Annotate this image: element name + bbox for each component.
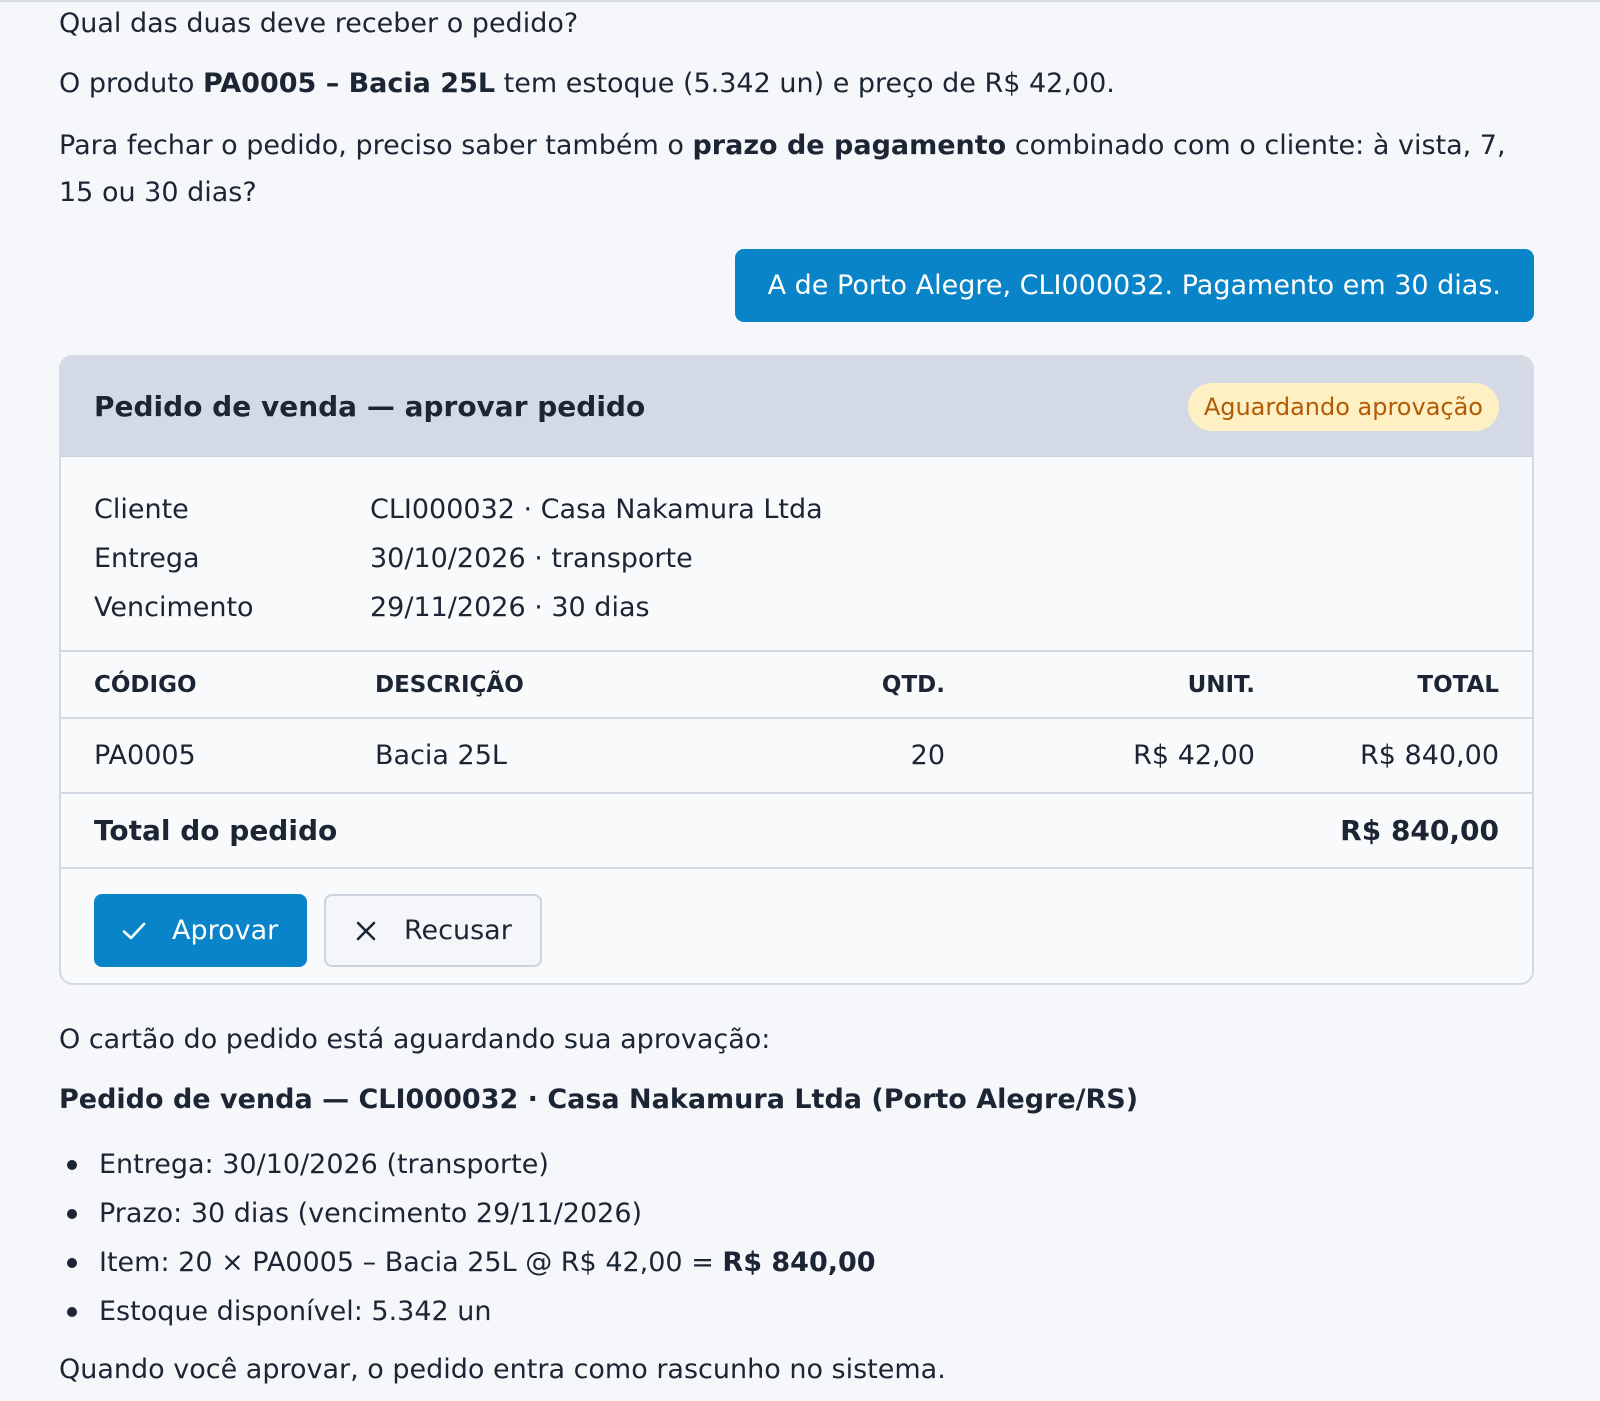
meta-label: Cliente: [94, 494, 189, 525]
col-qty: QTD.: [881, 671, 945, 698]
order-meta: Cliente CLI000032 · Casa Nakamura Ltda E…: [61, 457, 1532, 652]
sales-order-card: Pedido de venda — aprovar pedido Aguarda…: [59, 355, 1534, 985]
cell-desc: Bacia 25L: [375, 740, 507, 771]
cell-unit: R$ 42,00: [1133, 740, 1255, 771]
card-title: Pedido de venda — aprovar pedido: [94, 390, 646, 423]
cell-qty: 20: [910, 740, 945, 771]
product-name: PA0005 – Bacia 25L: [202, 68, 496, 99]
payment-term-label: prazo de pagamento: [692, 130, 1007, 161]
card-header: Pedido de venda — aprovar pedido Aguarda…: [61, 357, 1532, 457]
meta-value: 30/10/2026 · transporte: [370, 543, 693, 574]
approve-label: Aprovar: [172, 915, 279, 946]
col-code: CÓDIGO: [94, 671, 197, 698]
table-row: PA0005 Bacia 25L 20 R$ 42,00 R$ 840,00: [61, 719, 1532, 794]
summary-closing: Quando você aprovar, o pedido entra como…: [59, 1354, 946, 1385]
order-total-value: R$ 840,00: [1340, 814, 1499, 847]
list-item: Prazo: 30 dias (vencimento 29/11/2026): [59, 1189, 1534, 1238]
summary-heading: Pedido de venda — CLI000032 · Casa Nakam…: [59, 1084, 1139, 1115]
meta-row-entrega: Entrega 30/10/2026 · transporte: [94, 534, 1499, 583]
list-item: Entrega: 30/10/2026 (transporte): [59, 1140, 1534, 1189]
assistant-payment-question: Para fechar o pedido, preciso saber tamb…: [59, 130, 1506, 208]
order-total-row: Total do pedido R$ 840,00: [61, 794, 1532, 869]
meta-value: 29/11/2026 · 30 dias: [370, 592, 650, 623]
summary-list: Entrega: 30/10/2026 (transporte) Prazo: …: [59, 1140, 1534, 1336]
order-total-label: Total do pedido: [94, 814, 338, 847]
table-header: CÓDIGO DESCRIÇÃO QTD. UNIT. TOTAL: [61, 652, 1532, 719]
summary-intro: O cartão do pedido está aguardando sua a…: [59, 1024, 771, 1055]
col-total: TOTAL: [1417, 671, 1499, 698]
col-unit: UNIT.: [1187, 671, 1255, 698]
assistant-summary: O cartão do pedido está aguardando sua a…: [59, 1020, 1534, 1390]
meta-value: CLI000032 · Casa Nakamura Ltda: [370, 494, 823, 525]
cell-code: PA0005: [94, 740, 196, 771]
card-actions: Aprovar Recusar: [61, 869, 1532, 983]
list-item: Item: 20 × PA0005 – Bacia 25L @ R$ 42,00…: [59, 1238, 1534, 1287]
user-message: A de Porto Alegre, CLI000032. Pagamento …: [734, 249, 1534, 322]
reject-button[interactable]: Recusar: [324, 894, 542, 967]
meta-label: Vencimento: [94, 592, 254, 623]
status-badge: Aguardando aprovação: [1187, 382, 1499, 431]
meta-row-vencimento: Vencimento 29/11/2026 · 30 dias: [94, 583, 1499, 632]
approve-button[interactable]: Aprovar: [94, 894, 307, 967]
cell-total: R$ 840,00: [1360, 740, 1499, 771]
assistant-product-info: O produto PA0005 – Bacia 25L tem estoque…: [59, 68, 1115, 99]
user-message-row: A de Porto Alegre, CLI000032. Pagamento …: [734, 249, 1534, 322]
close-icon: [352, 917, 380, 945]
assistant-question: Qual das duas deve receber o pedido?: [59, 8, 579, 39]
meta-label: Entrega: [94, 543, 200, 574]
meta-row-cliente: Cliente CLI000032 · Casa Nakamura Ltda: [94, 485, 1499, 534]
col-desc: DESCRIÇÃO: [375, 671, 524, 698]
check-icon: [120, 917, 148, 945]
list-item: Estoque disponível: 5.342 un: [59, 1287, 1534, 1336]
reject-label: Recusar: [404, 915, 512, 946]
